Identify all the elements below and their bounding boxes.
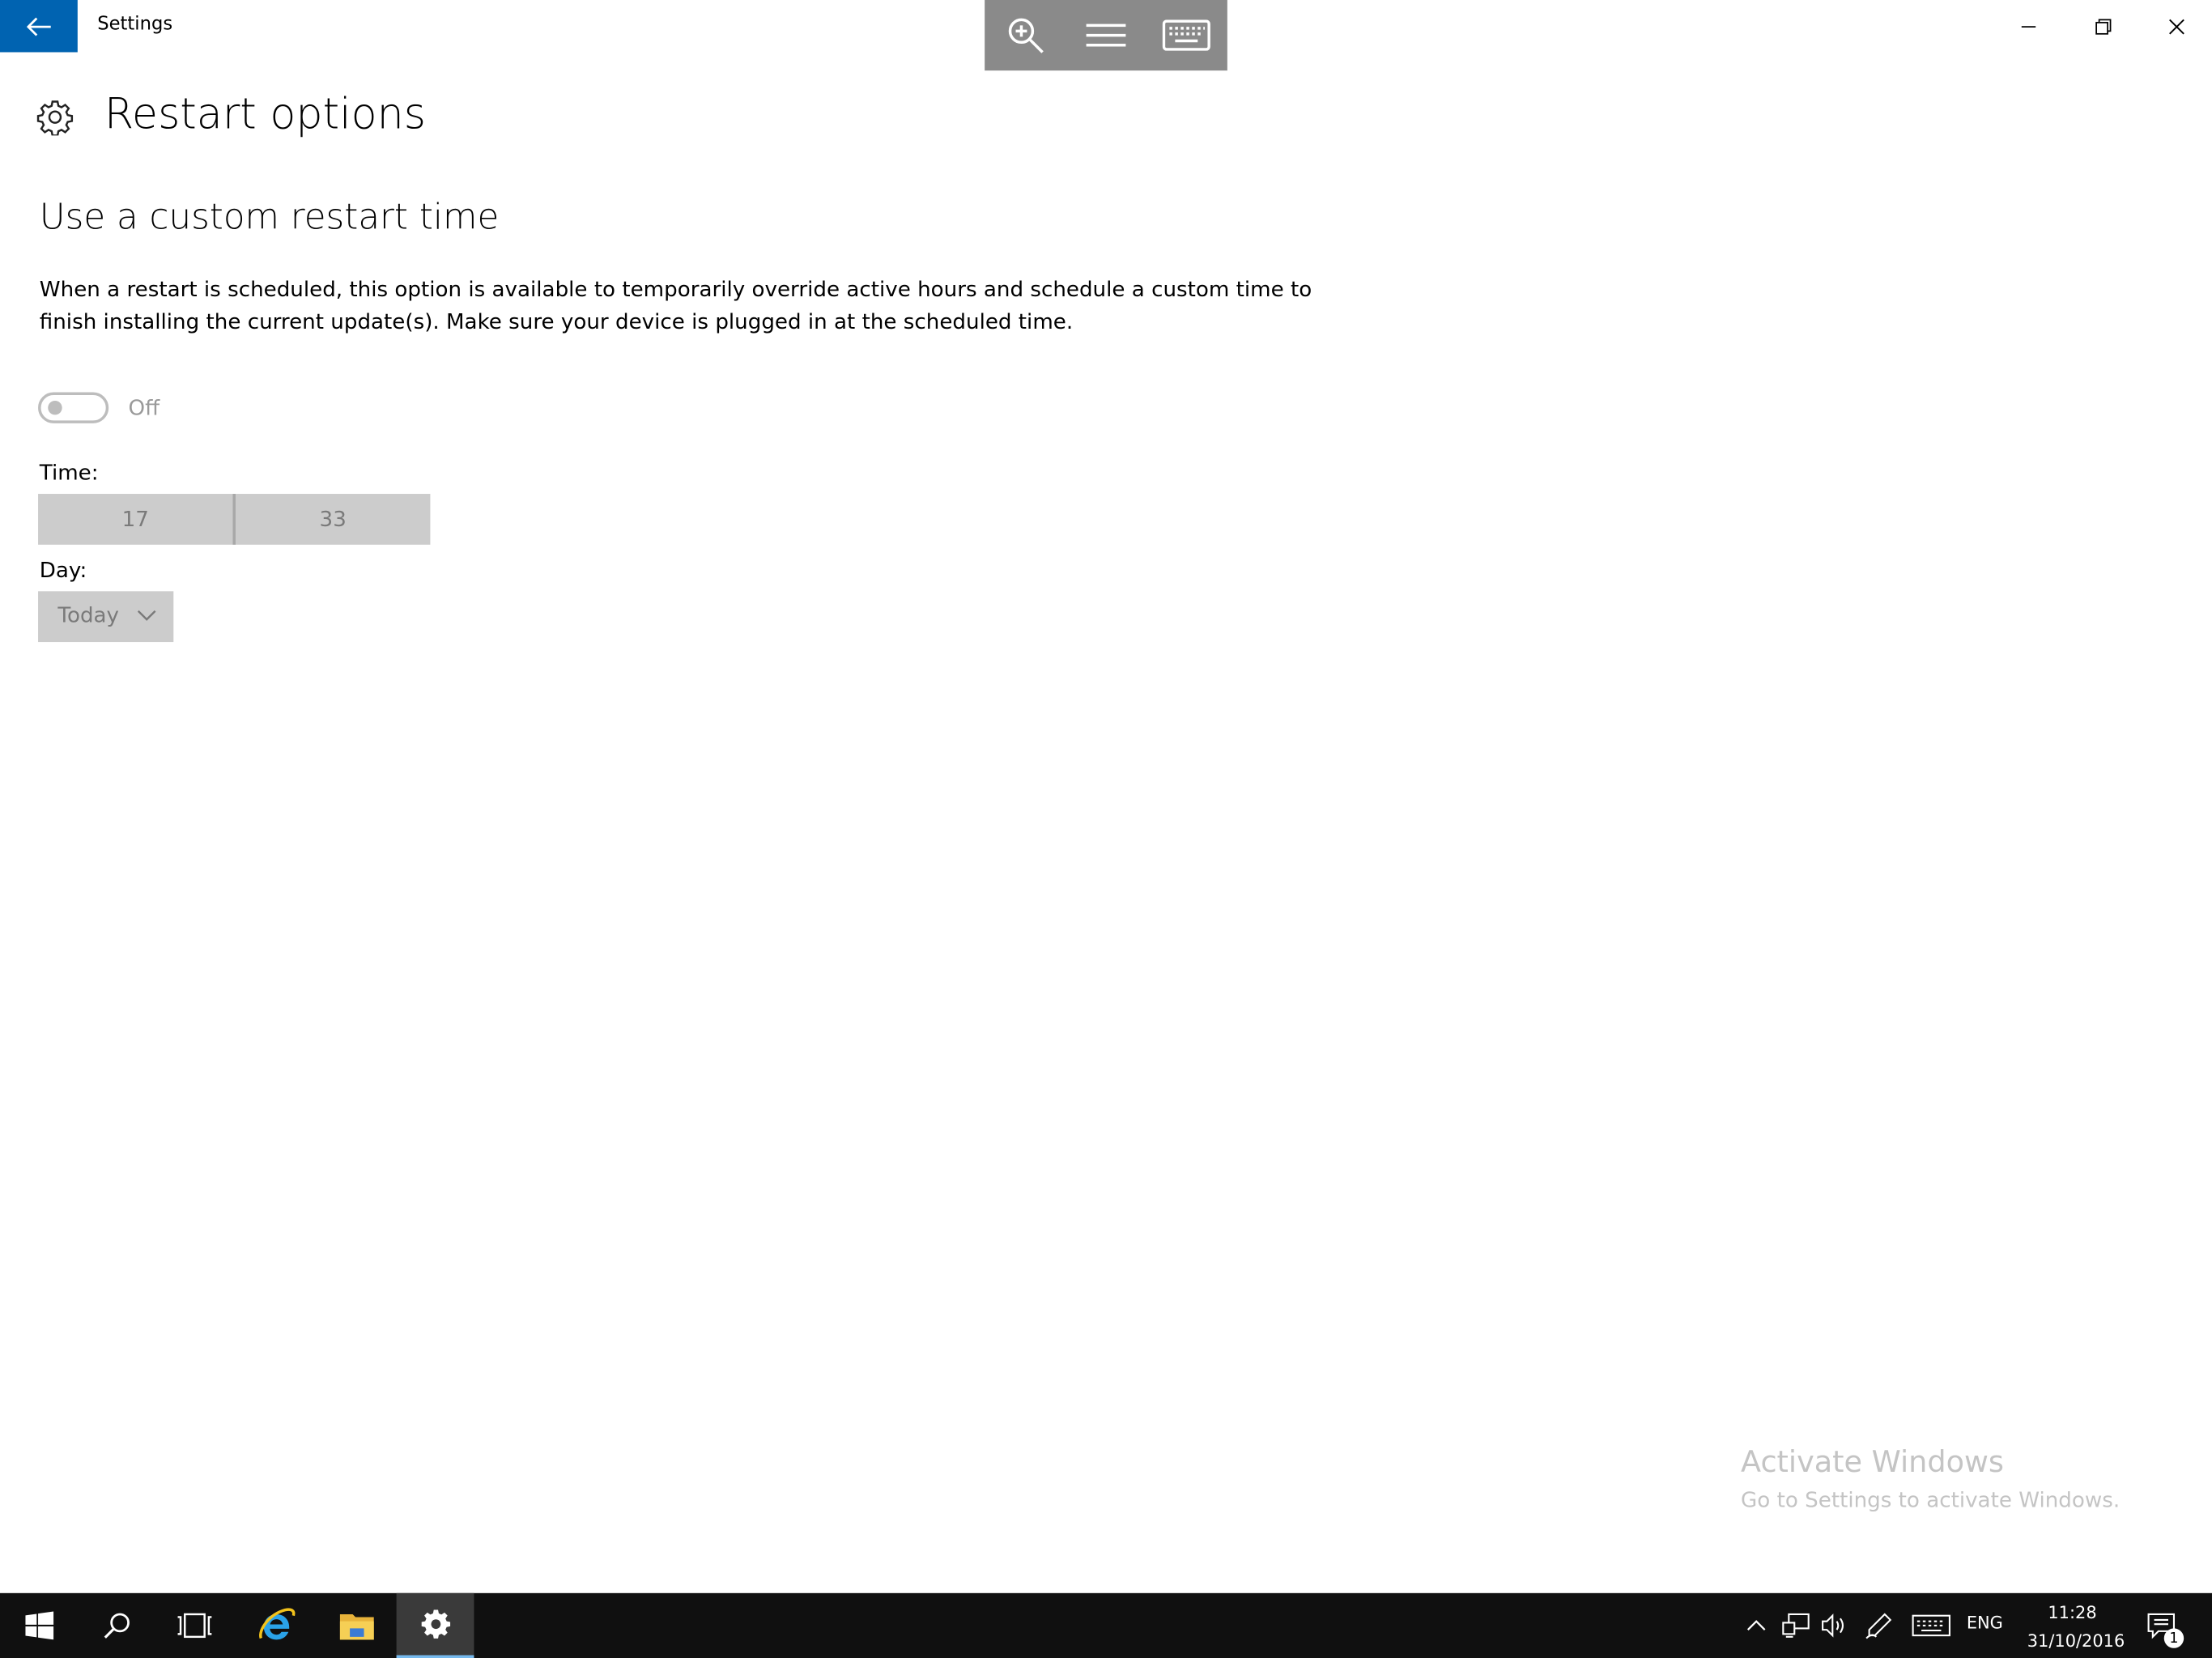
internet-explorer-icon bbox=[258, 1608, 295, 1640]
time-minute[interactable]: 33 bbox=[236, 494, 430, 545]
section-description: When a restart is scheduled, this option… bbox=[39, 276, 1312, 335]
close-icon bbox=[2169, 18, 2184, 34]
search-button[interactable] bbox=[78, 1593, 155, 1658]
custom-restart-toggle[interactable] bbox=[38, 392, 109, 423]
file-explorer-icon bbox=[339, 1613, 373, 1640]
back-button[interactable] bbox=[0, 0, 78, 53]
gear-icon bbox=[36, 100, 74, 136]
task-view-button[interactable] bbox=[155, 1593, 233, 1658]
window-title: Settings bbox=[97, 14, 173, 36]
toggle-knob bbox=[48, 401, 62, 415]
search-icon bbox=[103, 1613, 130, 1639]
clock-time: 11:28 bbox=[2048, 1603, 2097, 1623]
day-selected-value: Today bbox=[57, 602, 120, 628]
clock-date: 31/10/2016 bbox=[2027, 1630, 2125, 1652]
chevron-up-icon bbox=[1746, 1620, 1766, 1630]
show-hidden-icons-button[interactable] bbox=[1744, 1610, 1769, 1641]
close-button[interactable] bbox=[2140, 0, 2212, 52]
toggle-state-label: Off bbox=[128, 395, 160, 421]
keyboard-icon bbox=[1161, 19, 1210, 51]
day-dropdown[interactable]: Today bbox=[38, 591, 174, 643]
time-label: Time: bbox=[39, 460, 99, 486]
taskbar: ENG 11:28 31/10/2016 1 bbox=[0, 1592, 2212, 1658]
settings-taskbar-button[interactable] bbox=[396, 1592, 474, 1658]
windows-start-icon bbox=[24, 1611, 53, 1640]
menu-button[interactable] bbox=[1065, 0, 1145, 70]
minimize-button[interactable] bbox=[1992, 0, 2065, 52]
day-label: Day: bbox=[39, 557, 87, 583]
section-title: Use a custom restart time bbox=[39, 196, 500, 237]
minimize-icon bbox=[2021, 25, 2036, 28]
volume-icon bbox=[1822, 1613, 1844, 1638]
chevron-down-icon bbox=[137, 610, 156, 621]
back-arrow-icon bbox=[26, 16, 50, 36]
restore-button[interactable] bbox=[2067, 0, 2141, 52]
clock[interactable]: 11:28 31/10/2016 bbox=[2027, 1599, 2125, 1656]
pen-workspace-button[interactable] bbox=[1864, 1610, 1895, 1641]
activation-watermark-subtitle: Go to Settings to activate Windows. bbox=[1741, 1487, 2121, 1513]
zoom-button[interactable] bbox=[985, 0, 1065, 70]
touch-keyboard-button[interactable] bbox=[1908, 1610, 1954, 1641]
touch-keyboard-icon bbox=[1912, 1614, 1950, 1637]
input-language-indicator[interactable]: ENG bbox=[1967, 1613, 2003, 1632]
volume-button[interactable] bbox=[1819, 1610, 1849, 1641]
network-button[interactable] bbox=[1780, 1610, 1811, 1641]
file-explorer-button[interactable] bbox=[317, 1593, 395, 1658]
activation-watermark-title: Activate Windows bbox=[1741, 1444, 2004, 1479]
network-icon bbox=[1782, 1613, 1810, 1638]
settings-gear-icon bbox=[420, 1609, 450, 1639]
time-hour[interactable]: 17 bbox=[38, 494, 232, 545]
task-view-icon bbox=[177, 1613, 211, 1639]
internet-explorer-button[interactable] bbox=[237, 1593, 315, 1658]
pen-icon bbox=[1865, 1613, 1892, 1639]
zoom-in-icon bbox=[1007, 18, 1043, 53]
page-title: Restart options bbox=[104, 90, 426, 140]
keyboard-button[interactable] bbox=[1146, 0, 1226, 70]
time-picker[interactable]: 17 33 bbox=[38, 494, 431, 545]
notification-count-badge: 1 bbox=[2163, 1628, 2184, 1648]
start-button[interactable] bbox=[0, 1593, 78, 1658]
floating-toolbar bbox=[985, 0, 1227, 71]
restore-icon bbox=[2095, 18, 2112, 34]
menu-icon bbox=[1085, 23, 1125, 47]
